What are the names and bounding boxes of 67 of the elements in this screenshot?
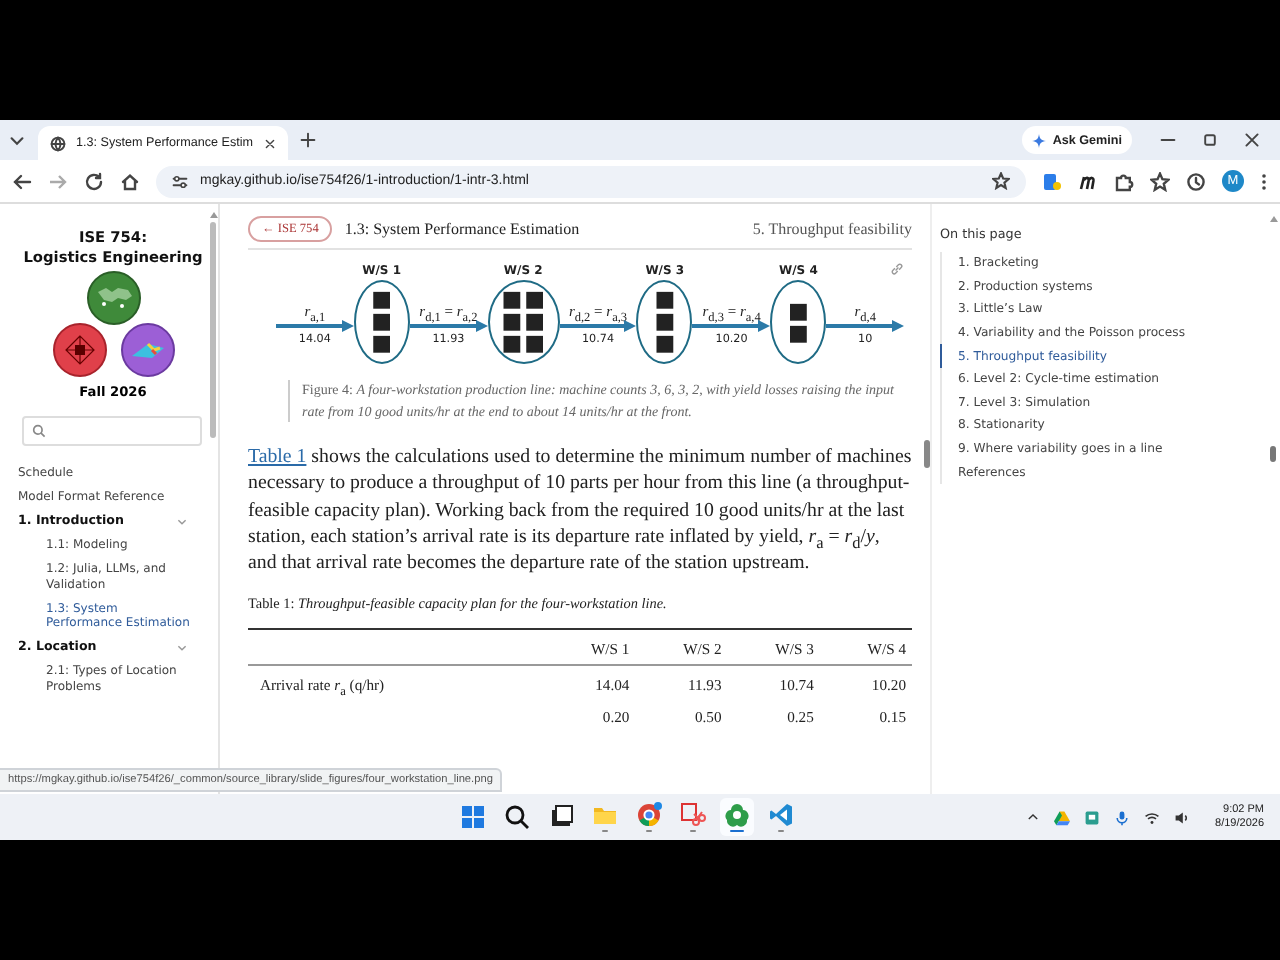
scrollbar-thumb[interactable] bbox=[924, 440, 930, 468]
machine-icon: ■ bbox=[524, 290, 545, 310]
close-icon[interactable] bbox=[1244, 132, 1260, 148]
photos-icon bbox=[724, 801, 750, 828]
flow-arrow bbox=[409, 320, 488, 332]
puzzle-icon[interactable] bbox=[1114, 171, 1134, 191]
maximize-icon[interactable] bbox=[1202, 132, 1218, 148]
surface-plot-logo-icon bbox=[119, 322, 175, 378]
scroll-up-icon[interactable] bbox=[209, 212, 217, 218]
tray-app-icon[interactable] bbox=[1083, 809, 1100, 825]
network-logo-icon bbox=[51, 322, 107, 378]
globe-icon bbox=[50, 135, 66, 151]
chevron-down-icon[interactable] bbox=[8, 131, 26, 149]
machine-icon: ■ bbox=[501, 312, 523, 332]
task-view-icon bbox=[548, 804, 574, 830]
menu-dots-icon[interactable] bbox=[1260, 171, 1268, 191]
microphone-icon[interactable] bbox=[1113, 809, 1130, 825]
scroll-up-icon[interactable] bbox=[1269, 216, 1277, 222]
wifi-icon[interactable] bbox=[1143, 809, 1160, 825]
link-icon[interactable] bbox=[890, 262, 904, 276]
machine-icon: ■ bbox=[524, 334, 545, 354]
machine-icon: ■ bbox=[654, 334, 676, 354]
machine-icon: ■ bbox=[501, 334, 523, 354]
browser-icon bbox=[636, 801, 662, 828]
tune-icon[interactable] bbox=[172, 173, 188, 189]
chapter-title: 1.3: System Performance Estimation bbox=[344, 219, 582, 237]
machine-icon: ■ bbox=[654, 290, 676, 310]
extension-badge-icon[interactable] bbox=[1042, 171, 1062, 191]
machine-icon: ■ bbox=[787, 323, 809, 343]
code-editor-icon bbox=[768, 801, 794, 828]
star-icon[interactable] bbox=[992, 172, 1010, 190]
reload-icon[interactable] bbox=[84, 171, 104, 191]
table-link[interactable]: Table 1 bbox=[248, 446, 307, 468]
machine-icon: ■ bbox=[371, 312, 392, 332]
italic-m-icon[interactable] bbox=[1078, 171, 1098, 191]
sparkle-icon bbox=[1032, 133, 1047, 147]
machine-icon: ■ bbox=[501, 290, 523, 310]
close-icon[interactable] bbox=[263, 137, 276, 149]
search-field[interactable] bbox=[22, 416, 202, 446]
scrollbar-thumb[interactable] bbox=[1270, 446, 1276, 462]
chevron-up-icon[interactable] bbox=[1025, 810, 1040, 824]
history-icon[interactable] bbox=[1186, 171, 1206, 191]
speaker-icon[interactable] bbox=[1173, 809, 1190, 825]
world-map-logo-icon bbox=[85, 270, 141, 326]
machine-icon: ■ bbox=[371, 290, 392, 310]
chevron-icon[interactable] bbox=[176, 515, 188, 528]
flow-arrow bbox=[826, 320, 904, 332]
scissors-icon bbox=[680, 801, 706, 828]
machine-icon: ■ bbox=[787, 301, 809, 321]
machine-icon: ■ bbox=[654, 312, 676, 332]
machine-icon: ■ bbox=[371, 334, 392, 354]
cloud-drive-icon[interactable] bbox=[1053, 809, 1070, 825]
chevron-icon[interactable] bbox=[176, 641, 188, 654]
search-icon bbox=[32, 424, 46, 438]
flow-arrow bbox=[559, 320, 637, 332]
scrollbar-thumb[interactable] bbox=[210, 222, 216, 438]
machine-icon: ■ bbox=[524, 312, 545, 332]
flow-arrow bbox=[276, 320, 354, 332]
home-icon[interactable] bbox=[120, 171, 140, 191]
plus-icon[interactable] bbox=[299, 132, 316, 148]
section-title: 5. Throughput feasibility bbox=[752, 219, 912, 237]
back-arrow-icon[interactable] bbox=[12, 171, 32, 191]
flow-arrow bbox=[692, 320, 771, 332]
paragraph: Table 1 shows the calculations used to determine the minimum number of machines necessary to produce a throughput of 10 parts per hour from this line (a throughput-feasible capacity plan). Working back from the required 10 good units/hr at the last station, each station’s arrival rate is its departure rate inflated by yield, r$_{a}$ = r$_{d}$/y, and that arrival rate becomes the departure rate of the station upstream. bbox=[248, 444, 912, 577]
favorites-icon[interactable] bbox=[1150, 171, 1170, 191]
start-icon bbox=[460, 804, 486, 830]
search-icon bbox=[504, 804, 530, 830]
